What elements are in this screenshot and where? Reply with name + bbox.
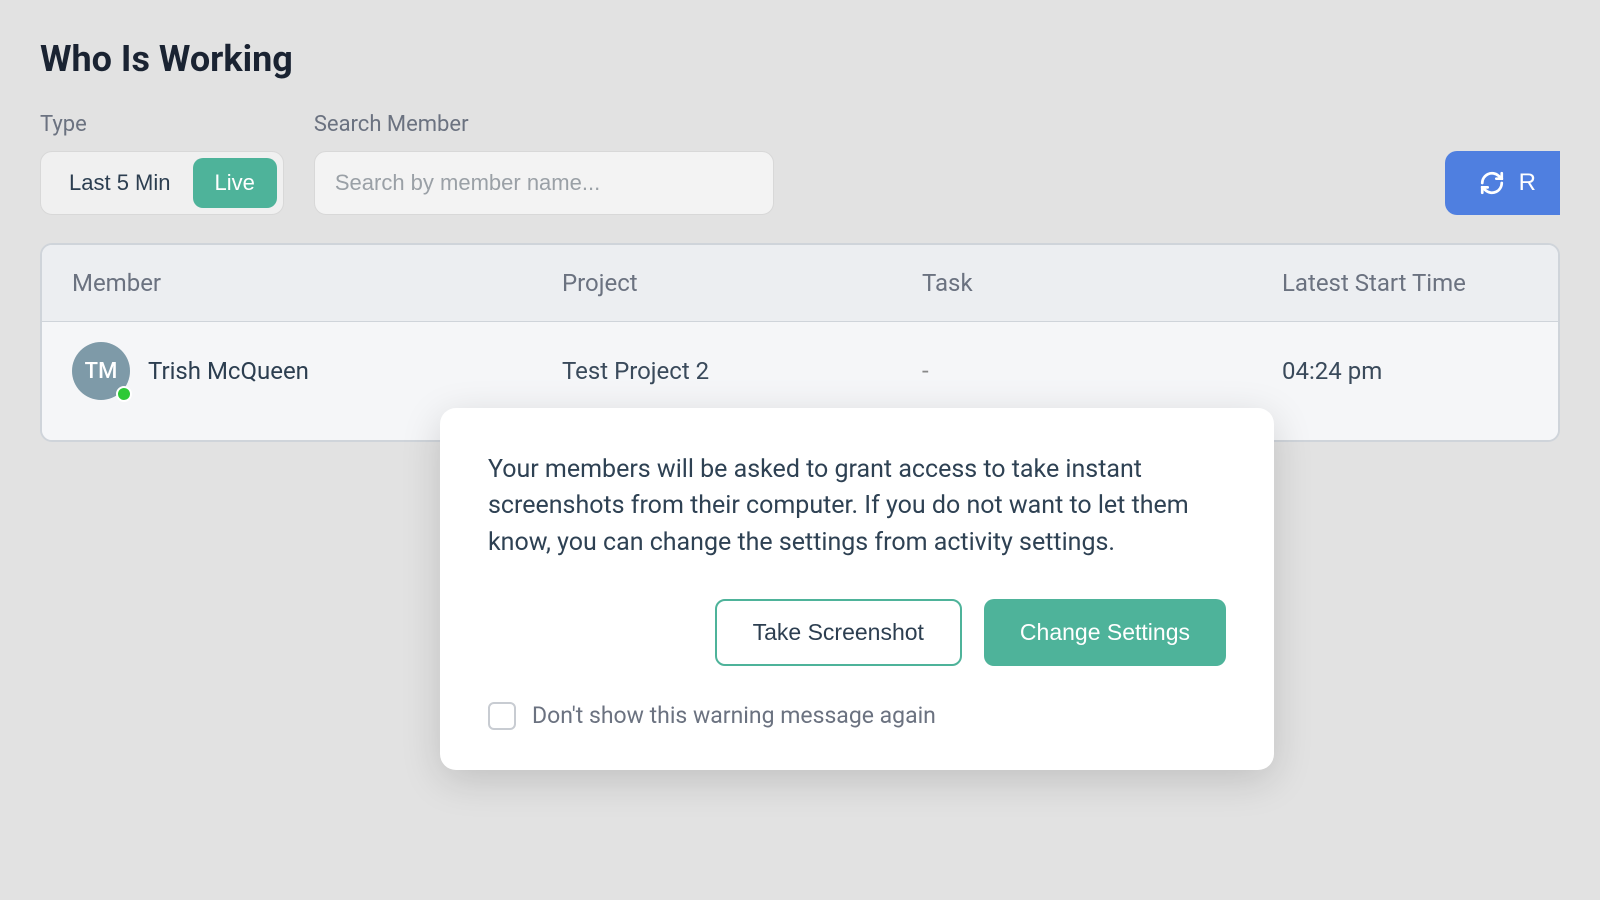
search-group: Search Member [314, 112, 774, 215]
dont-show-label: Don't show this warning message again [532, 702, 936, 729]
th-task: Task [922, 269, 1282, 297]
project-cell: Test Project 2 [562, 357, 922, 385]
task-cell: - [922, 357, 1282, 385]
th-project: Project [562, 269, 922, 297]
dont-show-checkbox[interactable] [488, 702, 516, 730]
time-cell: 04:24 pm [1282, 357, 1528, 385]
refresh-icon [1479, 170, 1505, 196]
avatar: TM [72, 342, 130, 400]
member-cell: TM Trish McQueen [72, 342, 562, 400]
type-option-live[interactable]: Live [193, 158, 277, 208]
member-name: Trish McQueen [148, 357, 309, 385]
type-label: Type [40, 112, 284, 137]
th-member: Member [72, 269, 562, 297]
controls-row: Type Last 5 Min Live Search Member [40, 112, 1560, 215]
change-settings-button[interactable]: Change Settings [984, 599, 1226, 666]
type-toggle: Last 5 Min Live [40, 151, 284, 215]
status-online-icon [116, 386, 132, 402]
table-header-row: Member Project Task Latest Start Time [42, 245, 1558, 322]
modal-body-text: Your members will be asked to grant acce… [488, 452, 1226, 561]
refresh-button[interactable]: R [1445, 151, 1560, 215]
take-screenshot-button[interactable]: Take Screenshot [715, 599, 962, 666]
modal-actions: Take Screenshot Change Settings [488, 599, 1226, 666]
page-title: Who Is Working [40, 38, 1560, 80]
modal-footer: Don't show this warning message again [488, 702, 1226, 730]
type-option-last5[interactable]: Last 5 Min [47, 158, 193, 208]
screenshot-consent-modal: Your members will be asked to grant acce… [440, 408, 1274, 770]
refresh-area: R [1445, 151, 1560, 215]
th-time: Latest Start Time [1282, 269, 1528, 297]
refresh-label: R [1519, 169, 1536, 197]
type-filter-group: Type Last 5 Min Live [40, 112, 284, 215]
search-label: Search Member [314, 112, 774, 137]
search-input[interactable] [314, 151, 774, 215]
